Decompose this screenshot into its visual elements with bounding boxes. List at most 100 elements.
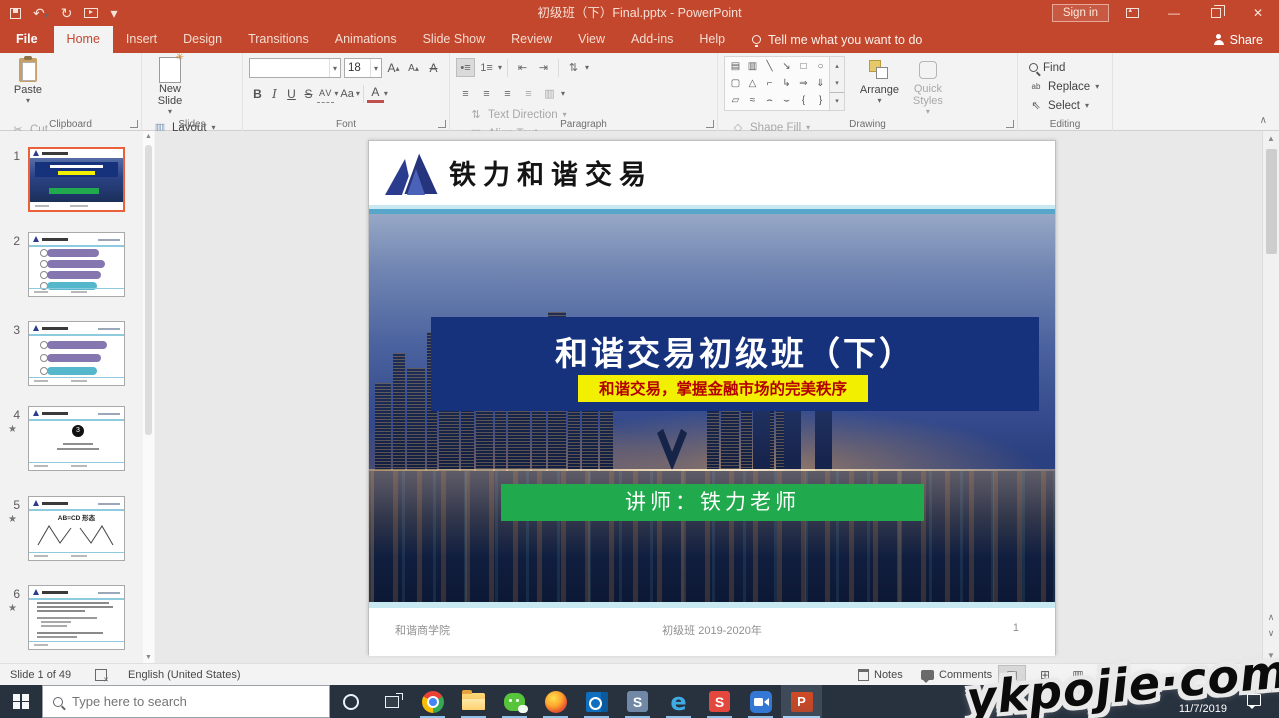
taskbar-outlook[interactable] — [576, 685, 617, 718]
drawing-dialog-launcher[interactable] — [1006, 120, 1014, 128]
tab-insert[interactable]: Insert — [113, 26, 170, 53]
skyline-photo[interactable]: 和谐交易初级班（下） 和谐交易，掌握金融市场的完美秩序 讲师：铁力老师 — [369, 214, 1055, 603]
tab-file[interactable]: File — [0, 26, 54, 53]
italic-button[interactable]: I — [266, 84, 283, 103]
shape-cell[interactable]: ⌣ — [778, 92, 795, 109]
footer-course[interactable]: 初级班 2019-2020年 — [369, 622, 1055, 638]
shape-cell[interactable]: ⇒ — [795, 75, 812, 92]
increase-indent-button[interactable]: ⇥ — [534, 58, 553, 77]
tab-help[interactable]: Help — [686, 26, 738, 53]
tell-me-box[interactable]: Tell me what you want to do — [752, 26, 922, 53]
font-color-button[interactable]: A — [367, 84, 384, 103]
tab-slide-show[interactable]: Slide Show — [410, 26, 499, 53]
taskbar-edge[interactable]: e — [658, 685, 699, 718]
quick-styles-button[interactable]: Quick Styles ▾ — [906, 56, 950, 116]
slide-subtitle[interactable]: 和谐交易，掌握金融市场的完美秩序 — [578, 375, 868, 402]
shape-cell[interactable]: ○ — [812, 58, 829, 75]
decrease-indent-button[interactable]: ⇤ — [513, 58, 532, 77]
cortana-button[interactable] — [330, 685, 371, 718]
slide-thumbnail-3[interactable] — [28, 321, 125, 386]
save-icon[interactable] — [10, 8, 21, 19]
font-dialog-launcher[interactable] — [438, 120, 446, 128]
justify-button[interactable]: ≡ — [519, 84, 538, 103]
underline-button[interactable]: U — [283, 84, 300, 103]
language-button[interactable]: English (United States) — [128, 664, 241, 686]
slide-thumbnail-5[interactable]: AB=CD 形态 — [28, 496, 125, 561]
find-button[interactable]: Find — [1026, 58, 1102, 77]
change-case-button[interactable]: Aa — [338, 84, 355, 103]
font-size-input[interactable] — [345, 60, 370, 76]
shape-cell[interactable]: ⇓ — [812, 75, 829, 92]
spell-check-button[interactable] — [95, 664, 107, 686]
task-view-button[interactable] — [371, 685, 412, 718]
slide-thumbnail-4[interactable]: 3 — [28, 406, 125, 471]
shape-cell[interactable]: △ — [744, 75, 761, 92]
search-input[interactable] — [72, 694, 319, 709]
slide-counter[interactable]: Slide 1 of 49 — [10, 664, 71, 686]
next-slide-icon[interactable]: ∨ — [1263, 628, 1279, 639]
sign-in-button[interactable]: Sign in — [1052, 4, 1109, 22]
shape-cell[interactable]: ▢ — [727, 75, 744, 92]
shape-cell[interactable]: □ — [795, 58, 812, 75]
replace-button[interactable]: ab Replace ▾ — [1026, 77, 1102, 96]
scrollbar-thumb[interactable] — [1266, 149, 1277, 254]
taskbar-chrome[interactable] — [412, 685, 453, 718]
title-box[interactable]: 和谐交易初级班（下） 和谐交易，掌握金融市场的完美秩序 — [431, 317, 1039, 411]
shapes-scroll-down-icon[interactable]: ▾ — [830, 75, 844, 93]
select-button[interactable]: ⇖ Select ▾ — [1026, 96, 1102, 115]
shapes-scroll-up-icon[interactable]: ▴ — [830, 57, 844, 75]
previous-slide-icon[interactable]: ∧ — [1263, 612, 1279, 623]
taskbar-wechat[interactable] — [494, 685, 535, 718]
taskbar-file-explorer[interactable] — [453, 685, 494, 718]
paragraph-dialog-launcher[interactable] — [706, 120, 714, 128]
ribbon-display-options-button[interactable] — [1111, 0, 1153, 26]
thumb-scroll-down-icon[interactable]: ▼ — [143, 654, 154, 661]
clear-formatting-button[interactable]: A — [425, 59, 442, 78]
shape-cell[interactable]: ↘ — [778, 58, 795, 75]
new-slide-button[interactable]: New Slide ▾ — [148, 56, 192, 116]
instructor-box[interactable]: 讲师：铁力老师 — [501, 484, 924, 521]
minimize-button[interactable]: — — [1153, 0, 1195, 26]
tab-home[interactable]: Home — [54, 26, 113, 53]
shapes-more-icon[interactable]: ▾ — [830, 92, 844, 110]
undo-icon[interactable]: ↶▾ — [33, 6, 49, 20]
shape-cell[interactable]: ▥ — [744, 58, 761, 75]
notes-button[interactable]: Notes — [858, 664, 903, 686]
taskbar-search[interactable] — [42, 685, 330, 718]
paste-button[interactable]: Paste ▾ — [6, 56, 50, 116]
decrease-font-size-button[interactable]: A▴ — [405, 59, 422, 78]
font-name-input[interactable] — [250, 60, 329, 76]
slide-thumbnail-6[interactable] — [28, 585, 125, 650]
character-spacing-button[interactable]: AV — [317, 84, 334, 103]
columns-button[interactable]: ▥ — [540, 84, 559, 103]
shape-cell[interactable]: } — [812, 92, 829, 109]
shape-cell[interactable]: ↳ — [778, 75, 795, 92]
redo-icon[interactable]: ↻ — [61, 6, 73, 20]
restore-button[interactable] — [1195, 0, 1237, 26]
slide-title[interactable]: 和谐交易初级班（下） — [431, 327, 1039, 375]
start-button[interactable] — [0, 685, 42, 718]
main-scrollbar[interactable]: ▲ ∧ ∨ ▼ — [1262, 131, 1279, 663]
shape-cell[interactable]: ▤ — [727, 58, 744, 75]
slide-1-canvas[interactable]: 铁力和谐交易 — [368, 140, 1056, 655]
font-size-combo[interactable]: ▾ — [344, 58, 382, 78]
tab-design[interactable]: Design — [170, 26, 235, 53]
share-button[interactable]: Share — [1206, 26, 1271, 53]
shape-cell[interactable]: ⌐ — [761, 75, 778, 92]
align-left-button[interactable]: ≡ — [456, 84, 475, 103]
slide-editing-canvas[interactable]: 铁力和谐交易 — [155, 131, 1262, 663]
thumb-scroll-up-icon[interactable]: ▲ — [143, 133, 154, 140]
clipboard-dialog-launcher[interactable] — [130, 120, 138, 128]
taskbar-video-app[interactable] — [740, 685, 781, 718]
font-name-combo[interactable]: ▾ — [249, 58, 341, 78]
footer-page-number[interactable]: 1 — [1013, 622, 1019, 634]
taskbar-firefox[interactable] — [535, 685, 576, 718]
collapse-ribbon-icon[interactable]: ∧ — [1260, 115, 1267, 126]
shape-cell[interactable]: { — [795, 92, 812, 109]
tab-transitions[interactable]: Transitions — [235, 26, 322, 53]
strikethrough-button[interactable]: S — [300, 84, 317, 103]
shape-cell[interactable]: ≈ — [744, 92, 761, 109]
taskbar-app-s-blue[interactable]: S — [617, 685, 658, 718]
taskbar-app-s-red[interactable]: S — [699, 685, 740, 718]
customize-qat-icon[interactable]: ▾ — [110, 6, 117, 20]
